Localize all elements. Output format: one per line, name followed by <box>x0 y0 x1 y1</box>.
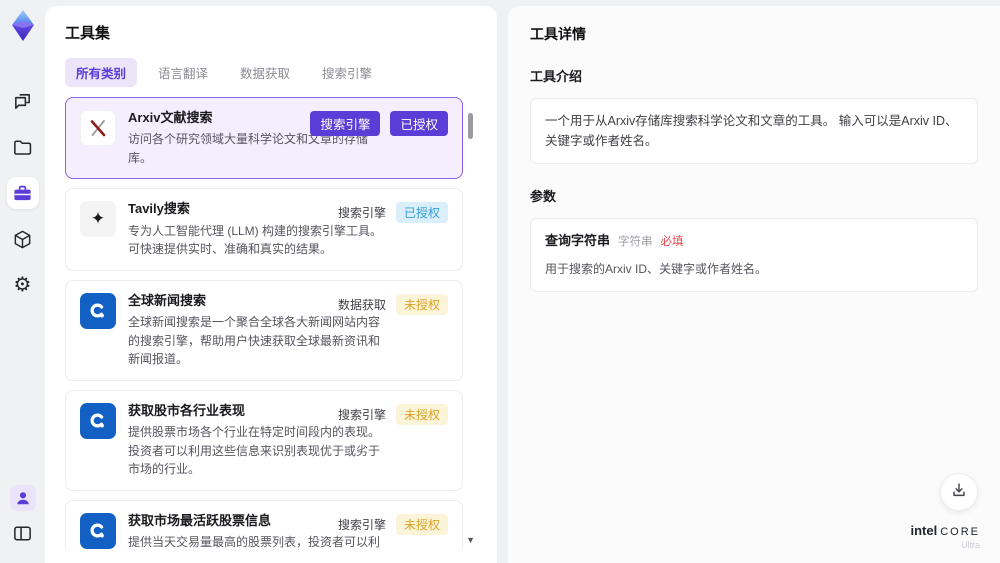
tool-desc: 专为人工智能代理 (LLM) 构建的搜索引擎工具。可快速提供实时、准确和真实的结… <box>128 223 383 257</box>
tool-card-tavily[interactable]: ✦ Tavily搜索 专为人工智能代理 (LLM) 构建的搜索引擎工具。可快速提… <box>65 188 463 271</box>
intro-heading: 工具介绍 <box>530 69 583 84</box>
arxiv-x-icon <box>80 110 116 146</box>
intro-text: 一个用于从Arxiv存储库搜索科学论文和文章的工具。 输入可以是Arxiv ID… <box>545 114 958 148</box>
blue-news-logo-icon <box>80 512 116 549</box>
settings-gear-icon: ⚙ <box>13 274 32 296</box>
category-label: 搜索引擎 <box>337 517 386 532</box>
param-type: 字符串 <box>618 236 653 248</box>
tool-meta: 搜索引擎 未授权 <box>337 513 448 535</box>
sidebar-item-files[interactable] <box>7 131 39 163</box>
tool-meta: 搜索引擎 已授权 <box>337 202 448 224</box>
tool-detail-panel: 工具详情 工具介绍 一个用于从Arxiv存储库搜索科学论文和文章的工具。 输入可… <box>508 6 1000 563</box>
detail-title: 工具详情 <box>530 26 586 42</box>
tool-card-arxiv[interactable]: Arxiv文献搜索 访问各个研究领域大量科学论文和文章的存储库。 搜索引擎 已授… <box>65 97 463 180</box>
tab-all-categories[interactable]: 所有类别 <box>65 58 138 87</box>
four-point-star-icon: ✦ <box>80 201 116 238</box>
sidebar-bottom <box>9 485 36 549</box>
param-name: 查询字符串 <box>545 233 611 248</box>
param-card: 查询字符串 字符串 必填 用于搜索的Arxiv ID、关键字或作者姓名。 <box>530 218 978 292</box>
blue-news-logo-icon <box>80 402 116 439</box>
status-badge: 已授权 <box>395 202 448 224</box>
status-badge: 未授权 <box>395 513 448 535</box>
app-logo <box>7 9 39 43</box>
tool-meta: 数据获取 未授权 <box>337 293 448 315</box>
panel-toggle-icon <box>12 526 33 548</box>
intro-box: 一个用于从Arxiv存储库搜索科学论文和文章的工具。 输入可以是Arxiv ID… <box>530 98 978 164</box>
param-desc: 用于搜索的Arxiv ID、关键字或作者姓名。 <box>545 261 768 276</box>
folder-icon <box>12 137 33 158</box>
category-tabs: 所有类别 语言翻译 数据获取 搜索引擎 <box>65 58 475 87</box>
user-avatar[interactable] <box>9 485 36 511</box>
intel-core-logo: intel CORE Ultra <box>910 522 980 551</box>
tool-card-global-news[interactable]: 全球新闻搜索 全球新闻搜索是一个聚合全球各大新闻网站内容的搜索引擎，帮助用户快速… <box>65 279 463 381</box>
download-button[interactable] <box>940 473 978 511</box>
panel-toggle-button[interactable] <box>12 523 33 549</box>
tab-search-engine[interactable]: 搜索引擎 <box>311 58 383 87</box>
intel-ultra-label: Ultra <box>960 540 980 551</box>
category-label: 搜索引擎 <box>337 206 386 221</box>
status-badge: 未授权 <box>395 403 448 425</box>
tab-language-translation[interactable]: 语言翻译 <box>147 58 219 87</box>
intel-wordmark: intel <box>910 522 938 538</box>
category-badge: 搜索引擎 <box>310 111 381 136</box>
sidebar-item-chat[interactable] <box>7 85 39 117</box>
scrollbar-thumb[interactable] <box>468 113 473 139</box>
category-label: 数据获取 <box>337 297 386 312</box>
scrollbar-down-arrow[interactable]: ▼ <box>466 535 475 545</box>
page-title: 工具集 <box>65 25 111 42</box>
sidebar-item-settings[interactable]: ⚙ <box>7 269 39 301</box>
tool-desc: 全球新闻搜索是一个聚合全球各大新闻网站内容的搜索引擎，帮助用户快速获取全球最新资… <box>128 314 381 367</box>
param-header: 查询字符串 字符串 必填 <box>545 231 963 252</box>
blue-news-logo-icon <box>80 292 116 329</box>
core-wordmark: CORE <box>940 525 980 538</box>
download-icon <box>950 481 968 504</box>
cube-icon <box>12 229 33 250</box>
param-required-badge: 必填 <box>660 236 684 248</box>
sidebar-nav: ⚙ <box>6 85 39 301</box>
status-badge: 未授权 <box>395 293 448 315</box>
sidebar: ⚙ <box>0 0 45 563</box>
chat-icon <box>12 91 33 112</box>
tool-meta: 搜索引擎 已授权 <box>310 111 448 136</box>
tool-card-sector-performance[interactable]: 获取股市各行业表现 提供股票市场各个行业在特定时间段内的表现。投资者可以利用这些… <box>65 389 463 491</box>
tool-list: Arxiv文献搜索 访问各个研究领域大量科学论文和文章的存储库。 搜索引擎 已授… <box>65 97 475 549</box>
sidebar-item-tools[interactable] <box>6 177 39 209</box>
status-badge: 已授权 <box>390 111 448 136</box>
toolbox-icon <box>12 183 33 204</box>
tool-meta: 搜索引擎 未授权 <box>337 403 448 425</box>
tool-desc: 提供当天交易量最高的股票列表，投资者可以利用这些信息来识别流动性强的股票和潜在的… <box>128 534 381 549</box>
category-label: 搜索引擎 <box>337 407 386 422</box>
tool-card-active-stocks[interactable]: 获取市场最活跃股票信息 提供当天交易量最高的股票列表，投资者可以利用这些信息来识… <box>65 499 463 549</box>
sidebar-item-models[interactable] <box>7 223 39 255</box>
tool-list-panel: 工具集 所有类别 语言翻译 数据获取 搜索引擎 Arxiv文献搜索 访问各个研究… <box>45 6 497 563</box>
tool-desc: 提供股票市场各个行业在特定时间段内的表现。投资者可以利用这些信息来识别表现优于或… <box>128 424 381 477</box>
tab-data-fetching[interactable]: 数据获取 <box>229 58 301 87</box>
params-heading: 参数 <box>530 189 557 204</box>
